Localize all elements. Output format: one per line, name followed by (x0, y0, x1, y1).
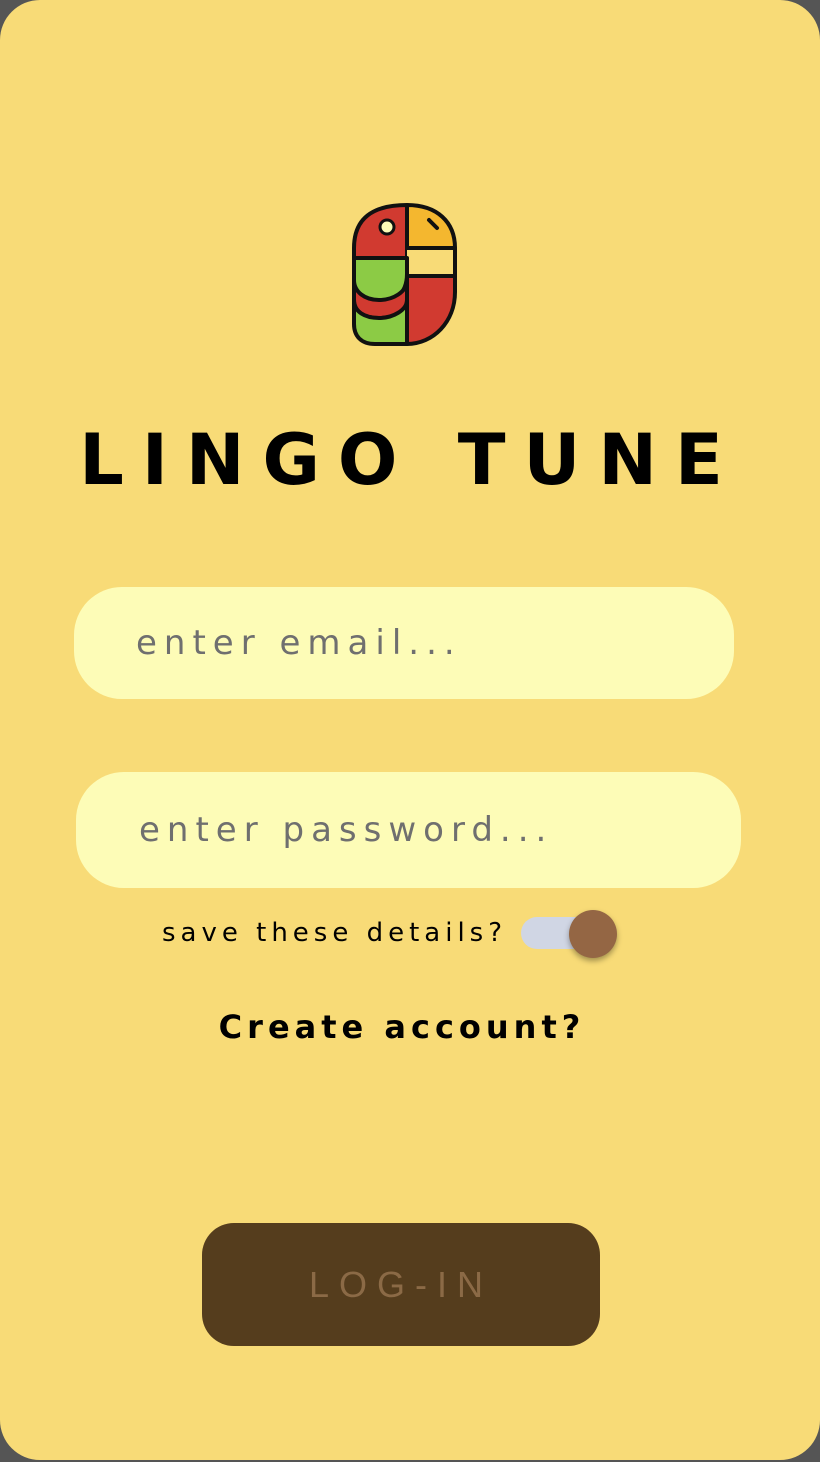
password-field[interactable] (76, 772, 741, 888)
login-button-label: LOG-IN (308, 1263, 493, 1305)
login-screen: LINGO TUNE save these details? Create ac… (0, 0, 820, 1460)
save-details-toggle[interactable] (521, 910, 618, 958)
toggle-thumb[interactable] (569, 910, 618, 958)
create-account-link[interactable]: Create account? (0, 1008, 804, 1046)
email-field[interactable] (74, 587, 734, 699)
parrot-logo-icon (352, 203, 457, 346)
save-details-label: save these details? (162, 918, 508, 948)
login-button[interactable]: LOG-IN (202, 1223, 600, 1346)
password-input[interactable] (137, 809, 741, 851)
email-input[interactable] (134, 622, 734, 664)
save-details-row: save these details? (162, 910, 618, 958)
app-title: LINGO TUNE (79, 419, 741, 501)
